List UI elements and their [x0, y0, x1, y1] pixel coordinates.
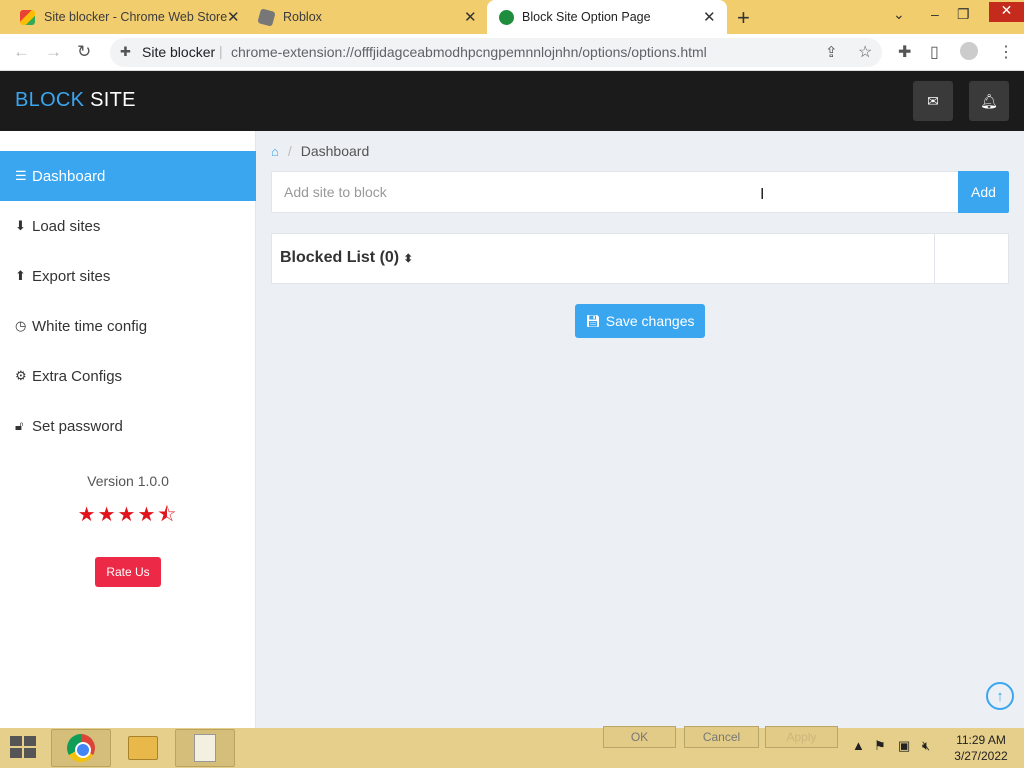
volume-muted-icon[interactable]: 🔇︎ [922, 738, 930, 754]
tab-block-site-options[interactable]: Block Site Option Page ✕ [487, 0, 727, 34]
text-cursor: I [760, 186, 765, 203]
scroll-to-top-button[interactable]: ↑ [986, 682, 1014, 710]
clock-icon: ◷ [15, 318, 27, 333]
forward-button[interactable]: → [45, 42, 62, 62]
upload-icon: ⬆ [15, 268, 26, 283]
floppy-disk-icon: 💾︎ [585, 314, 601, 328]
app-header: BLOCK SITE ✉ 🔔︎ [0, 71, 1024, 131]
tab-strip: Site blocker - Chrome Web Store ✕ Roblox… [0, 0, 1024, 34]
close-icon[interactable]: ✕ [227, 8, 240, 26]
sort-icon: ⬍ [403, 253, 413, 265]
close-icon[interactable]: ✕ [703, 8, 716, 26]
sidebar-item-export-sites[interactable]: ⬆ Export sites [0, 251, 256, 301]
list-icon: ☰ [15, 168, 27, 183]
ok-button[interactable]: OK [603, 726, 676, 748]
profile-icon[interactable] [960, 42, 978, 60]
close-icon[interactable]: ✕ [464, 8, 477, 26]
cancel-button[interactable]: Cancel [684, 726, 759, 748]
breadcrumb: ⌂ / Dashboard [271, 143, 370, 159]
show-hidden-icons[interactable]: ▲ [852, 738, 865, 753]
shield-icon [499, 10, 514, 25]
sidebar-item-extra-configs[interactable]: ⚙ Extra Configs [0, 351, 256, 401]
lock-icon: 🔓︎ [15, 418, 24, 433]
share-icon[interactable]: ⇪ [825, 43, 838, 61]
sidebar-item-dashboard[interactable]: ☰ Dashboard [0, 151, 256, 201]
side-panel-icon[interactable]: ▯ [930, 42, 939, 62]
input-placeholder: Add site to block [284, 184, 387, 200]
url-text: chrome-extension://offfjidagceabmodhpcng… [231, 44, 707, 60]
omnibox[interactable]: ✚ Site blocker | chrome-extension://offf… [110, 38, 882, 67]
add-button[interactable]: Add [958, 171, 1009, 213]
sidebar-item-label: Dashboard [32, 167, 106, 185]
blocked-list-header[interactable]: Blocked List (0) ⬍ [280, 249, 413, 267]
half-star-icon: ⯪ [157, 504, 179, 526]
tab-chrome-web-store[interactable]: Site blocker - Chrome Web Store ✕ [0, 0, 248, 34]
save-changes-button[interactable]: 💾︎ Save changes [575, 304, 705, 338]
gear-icon: ⚙ [15, 368, 27, 383]
flag-icon[interactable]: ⚑ [874, 738, 886, 754]
taskbar [0, 728, 1024, 768]
bell-icon: 🔔︎ [980, 92, 998, 109]
tab-title: Site blocker - Chrome Web Store [44, 10, 228, 24]
minimize-button[interactable]: – [931, 6, 939, 22]
sidebar-item-load-sites[interactable]: ⬇ Load sites [0, 201, 256, 251]
notification-button[interactable]: 🔔︎ [969, 81, 1009, 121]
network-icon[interactable]: ▣ [898, 738, 910, 754]
maximize-button[interactable]: ❐ [957, 6, 970, 23]
breadcrumb-current: Dashboard [300, 143, 370, 159]
taskbar-file-explorer[interactable] [113, 729, 173, 767]
new-tab-button[interactable]: + [737, 5, 750, 31]
tab-search-icon[interactable]: ⌄ [893, 6, 905, 23]
arrow-up-icon: ↑ [996, 687, 1004, 705]
mail-button[interactable]: ✉ [913, 81, 953, 121]
sidebar-item-set-password[interactable]: 🔓︎ Set password [0, 401, 256, 451]
add-site-input[interactable]: Add site to block [271, 171, 959, 213]
sidebar-item-label: White time config [32, 317, 148, 335]
divider: | [219, 43, 223, 59]
menu-icon[interactable]: ⋮ [998, 42, 1014, 62]
site-chip: Site blocker [142, 44, 216, 60]
address-bar: ← → ↻ ✚ Site blocker | chrome-extension:… [0, 34, 1024, 71]
taskbar-chrome[interactable] [51, 729, 111, 767]
bookmark-star-icon[interactable]: ☆ [858, 42, 872, 62]
version-text: Version 1.0.0 [87, 473, 169, 489]
close-window-button[interactable]: ✕ [989, 2, 1024, 22]
reload-button[interactable]: ↻ [77, 42, 91, 62]
home-icon[interactable]: ⌂ [271, 144, 279, 159]
tab-title: Block Site Option Page [522, 10, 651, 24]
envelope-icon: ✉ [927, 92, 939, 109]
sidebar-item-label: Export sites [32, 267, 111, 285]
apply-button[interactable]: Apply [765, 726, 838, 748]
download-icon: ⬇ [15, 218, 26, 233]
sidebar-item-white-time-config[interactable]: ◷ White time config [0, 301, 256, 351]
tab-title: Roblox [283, 10, 322, 24]
web-store-icon [20, 10, 35, 25]
logo: BLOCK SITE [15, 89, 136, 111]
rating-stars: ★★★★⯪ [77, 504, 179, 526]
chrome-icon [67, 734, 95, 762]
folder-icon [128, 736, 158, 760]
notepad-icon [194, 734, 216, 762]
extension-icon: ✚ [120, 44, 131, 59]
sidebar-item-label: Set password [32, 417, 123, 435]
sidebar: ☰ Dashboard ⬇ Load sites ⬆ Export sites … [0, 131, 256, 728]
system-clock[interactable]: 11:29 AM 3/27/2022 [946, 732, 1016, 764]
extensions-puzzle-icon[interactable]: ✚ [898, 42, 911, 62]
blocked-list-table: Blocked List (0) ⬍ [271, 233, 1009, 284]
windows-start-button[interactable] [10, 736, 38, 760]
sidebar-item-label: Load sites [32, 217, 101, 235]
back-button[interactable]: ← [13, 42, 30, 62]
roblox-icon [257, 8, 276, 27]
sidebar-item-label: Extra Configs [32, 367, 123, 385]
rate-us-button[interactable]: Rate Us [95, 557, 161, 587]
taskbar-notepad[interactable] [175, 729, 235, 767]
tab-roblox[interactable]: Roblox ✕ [240, 0, 487, 34]
column-divider [934, 234, 935, 283]
